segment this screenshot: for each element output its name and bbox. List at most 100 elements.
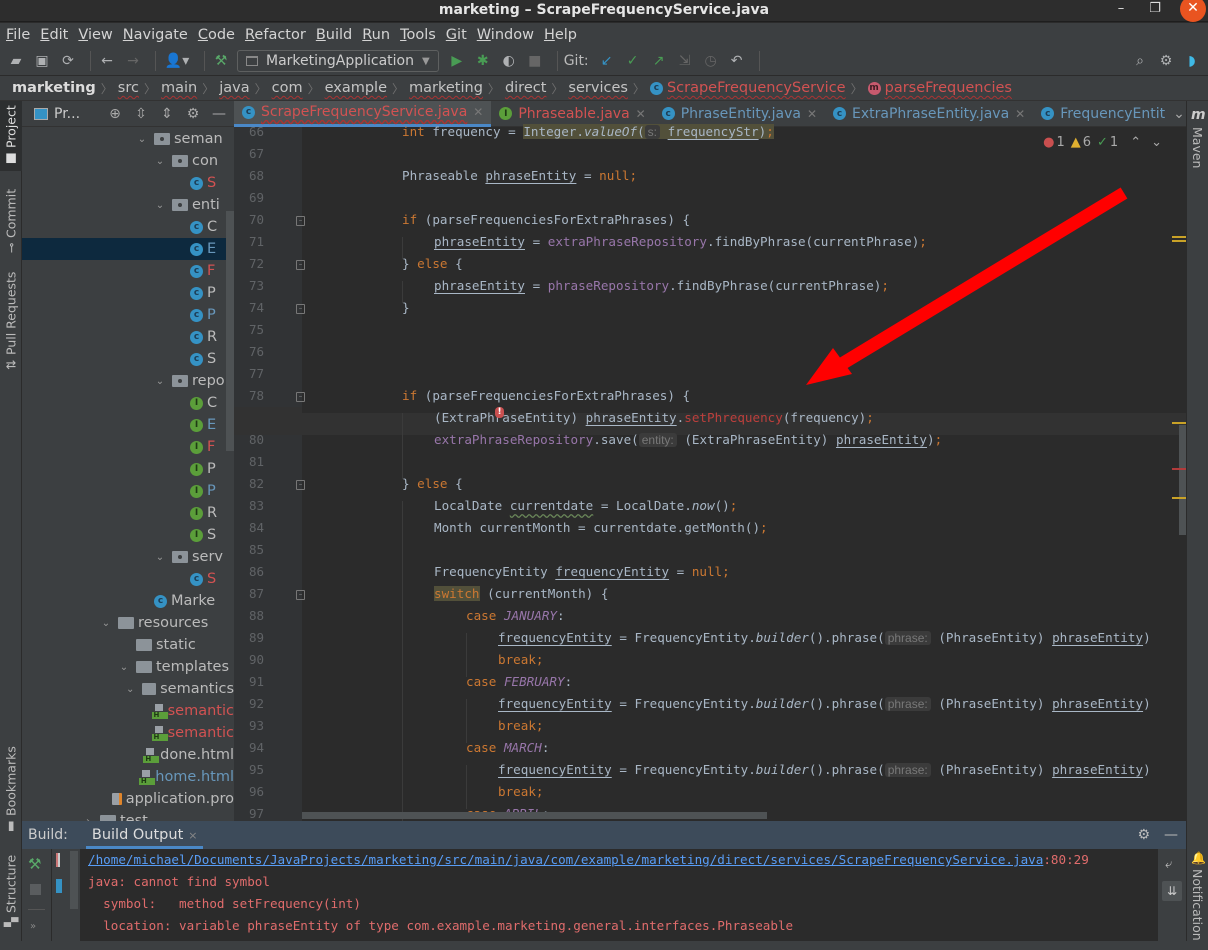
run-icon[interactable]: ▶ [447,51,467,71]
tab-build-output[interactable]: Build Output × [85,821,204,849]
menu-navigate[interactable]: Navigate [123,27,188,43]
tree-item[interactable]: IP [22,458,234,480]
tree-item[interactable]: ⌄ enti [22,194,234,216]
tree-item[interactable]: IS [22,524,234,546]
line-number[interactable]: 95 [234,762,264,777]
line-number[interactable]: 75 [234,322,264,337]
breadcrumb-item[interactable]: direct [505,80,546,96]
breadcrumb-item[interactable]: java [219,80,249,96]
tree-item[interactable]: ⌄ templates [22,656,234,678]
line-number[interactable]: 71 [234,234,264,249]
line-number[interactable]: 82 [234,476,264,491]
project-panel-title[interactable]: Pr... [54,106,80,122]
chevron-down-icon[interactable]: ⌄ [118,662,130,673]
editor-scrollbar-thumb[interactable] [1179,425,1186,535]
line-number[interactable]: 72 [234,256,264,271]
stop-icon[interactable]: ■ [525,51,545,71]
line-number[interactable]: 97 [234,806,264,821]
build-tree[interactable] [52,849,80,941]
user-dropdown-icon[interactable]: 👤▾ [162,51,192,71]
unresolved-method[interactable]: setPhrequency [684,410,783,425]
git-commit-check-icon[interactable]: ✓ [623,51,643,71]
build-hammer-icon[interactable]: ⚒ [28,855,41,873]
open-folder-icon[interactable]: ▰ [6,51,26,71]
menu-run[interactable]: Run [362,27,390,43]
line-number[interactable]: 85 [234,542,264,557]
menu-window[interactable]: Window [477,27,534,43]
tool-tab-maven[interactable]: Maven [1190,127,1205,168]
line-number[interactable]: 73 [234,278,264,293]
tree-item[interactable]: cF [22,260,234,282]
breadcrumb-item[interactable]: example [325,80,387,96]
build-tree-item-icon[interactable] [56,853,60,867]
coverage-icon[interactable]: ◐ [499,51,519,71]
error-file-link[interactable]: /home/michael/Documents/JavaProjects/mar… [88,852,1043,867]
tree-item[interactable]: cR [22,326,234,348]
tool-tab-commit[interactable]: ⊸ Commit [0,181,22,261]
line-number[interactable]: 92 [234,696,264,711]
tree-item[interactable]: IC [22,392,234,414]
line-number[interactable]: 91 [234,674,264,689]
tree-item[interactable]: ⌄ serv [22,546,234,568]
tree-item[interactable]: home.html [22,766,234,788]
git-update-icon[interactable]: ↙ [597,51,617,71]
chevron-down-icon[interactable]: ⌄ [154,200,166,211]
tree-item[interactable]: c Marke [22,590,234,612]
collapse-all-icon[interactable]: ⇕ [156,106,178,122]
warning-mark[interactable] [1172,236,1186,238]
line-number[interactable]: 87 [234,586,264,601]
chevron-down-icon[interactable]: ⌄ [136,134,148,145]
line-number[interactable]: 67 [234,146,264,161]
menu-view[interactable]: View [78,27,112,43]
menu-git[interactable]: Git [446,27,467,43]
line-number[interactable]: 78 [234,388,264,403]
line-number[interactable]: 88 [234,608,264,623]
menu-build[interactable]: Build [316,27,352,43]
tree-item[interactable]: static [22,634,234,656]
editor-tab[interactable]: c FrequencyEntit [1033,101,1173,127]
tree-item[interactable]: cS [22,568,234,590]
line-number[interactable]: 76 [234,344,264,359]
line-number[interactable]: 68 [234,168,264,183]
search-icon[interactable]: ⌕ [1130,51,1150,71]
tree-item[interactable]: done.html [22,744,234,766]
build-hammer-icon[interactable]: ⚒ [211,51,231,71]
warning-mark[interactable] [1172,240,1186,242]
breadcrumb-item[interactable]: marketing [12,80,96,96]
tree-item[interactable]: ⌄ resources [22,612,234,634]
menu-code[interactable]: Code [198,27,235,43]
line-number[interactable]: 84 [234,520,264,535]
project-scrollbar[interactable] [226,211,234,451]
notification-bell-icon[interactable]: 🔔 [1191,851,1206,865]
stop-build-icon[interactable] [30,884,41,895]
breadcrumb-item[interactable]: com [272,80,303,96]
hide-panel-icon[interactable]: — [208,106,230,122]
tree-item[interactable]: ⌄ seman [22,128,234,150]
tree-item[interactable]: IP [22,480,234,502]
locate-target-icon[interactable]: ⊕ [104,106,126,122]
menu-file[interactable]: File [6,27,30,43]
git-push-icon[interactable]: ↗ [649,51,669,71]
breadcrumb-item[interactable]: services [568,80,628,96]
line-number[interactable]: 69 [234,190,264,205]
back-arrow-icon[interactable]: ← [97,51,117,71]
line-number[interactable]: 86 [234,564,264,579]
tree-item[interactable]: › test [22,810,234,821]
tool-tab-notifications[interactable]: Notifications [1190,869,1205,947]
save-icon[interactable]: ▣ [32,51,52,71]
build-tree-item-icon[interactable] [56,879,62,893]
scroll-to-end-icon[interactable]: ⇊ [1162,881,1182,901]
forward-arrow-icon[interactable]: → [123,51,143,71]
tree-item[interactable]: IF [22,436,234,458]
maximize-button[interactable]: ❐ [1144,0,1166,20]
run-configuration-select[interactable]: MarketingApplication ▼ [237,50,439,72]
git-merge-icon[interactable]: ⇲ [675,51,695,71]
settings-gear-icon[interactable]: ⚙ [1137,827,1150,843]
chevron-down-icon[interactable]: ⌄ [154,156,166,167]
line-number[interactable]: 94 [234,740,264,755]
tab-list-chevron-icon[interactable]: ⌄ [1173,106,1185,122]
chevron-down-icon[interactable]: ⌄ [100,618,112,629]
maven-icon[interactable]: m [1191,107,1206,123]
rollback-icon[interactable]: ↶ [727,51,747,71]
horizontal-scrollbar[interactable] [302,812,767,819]
